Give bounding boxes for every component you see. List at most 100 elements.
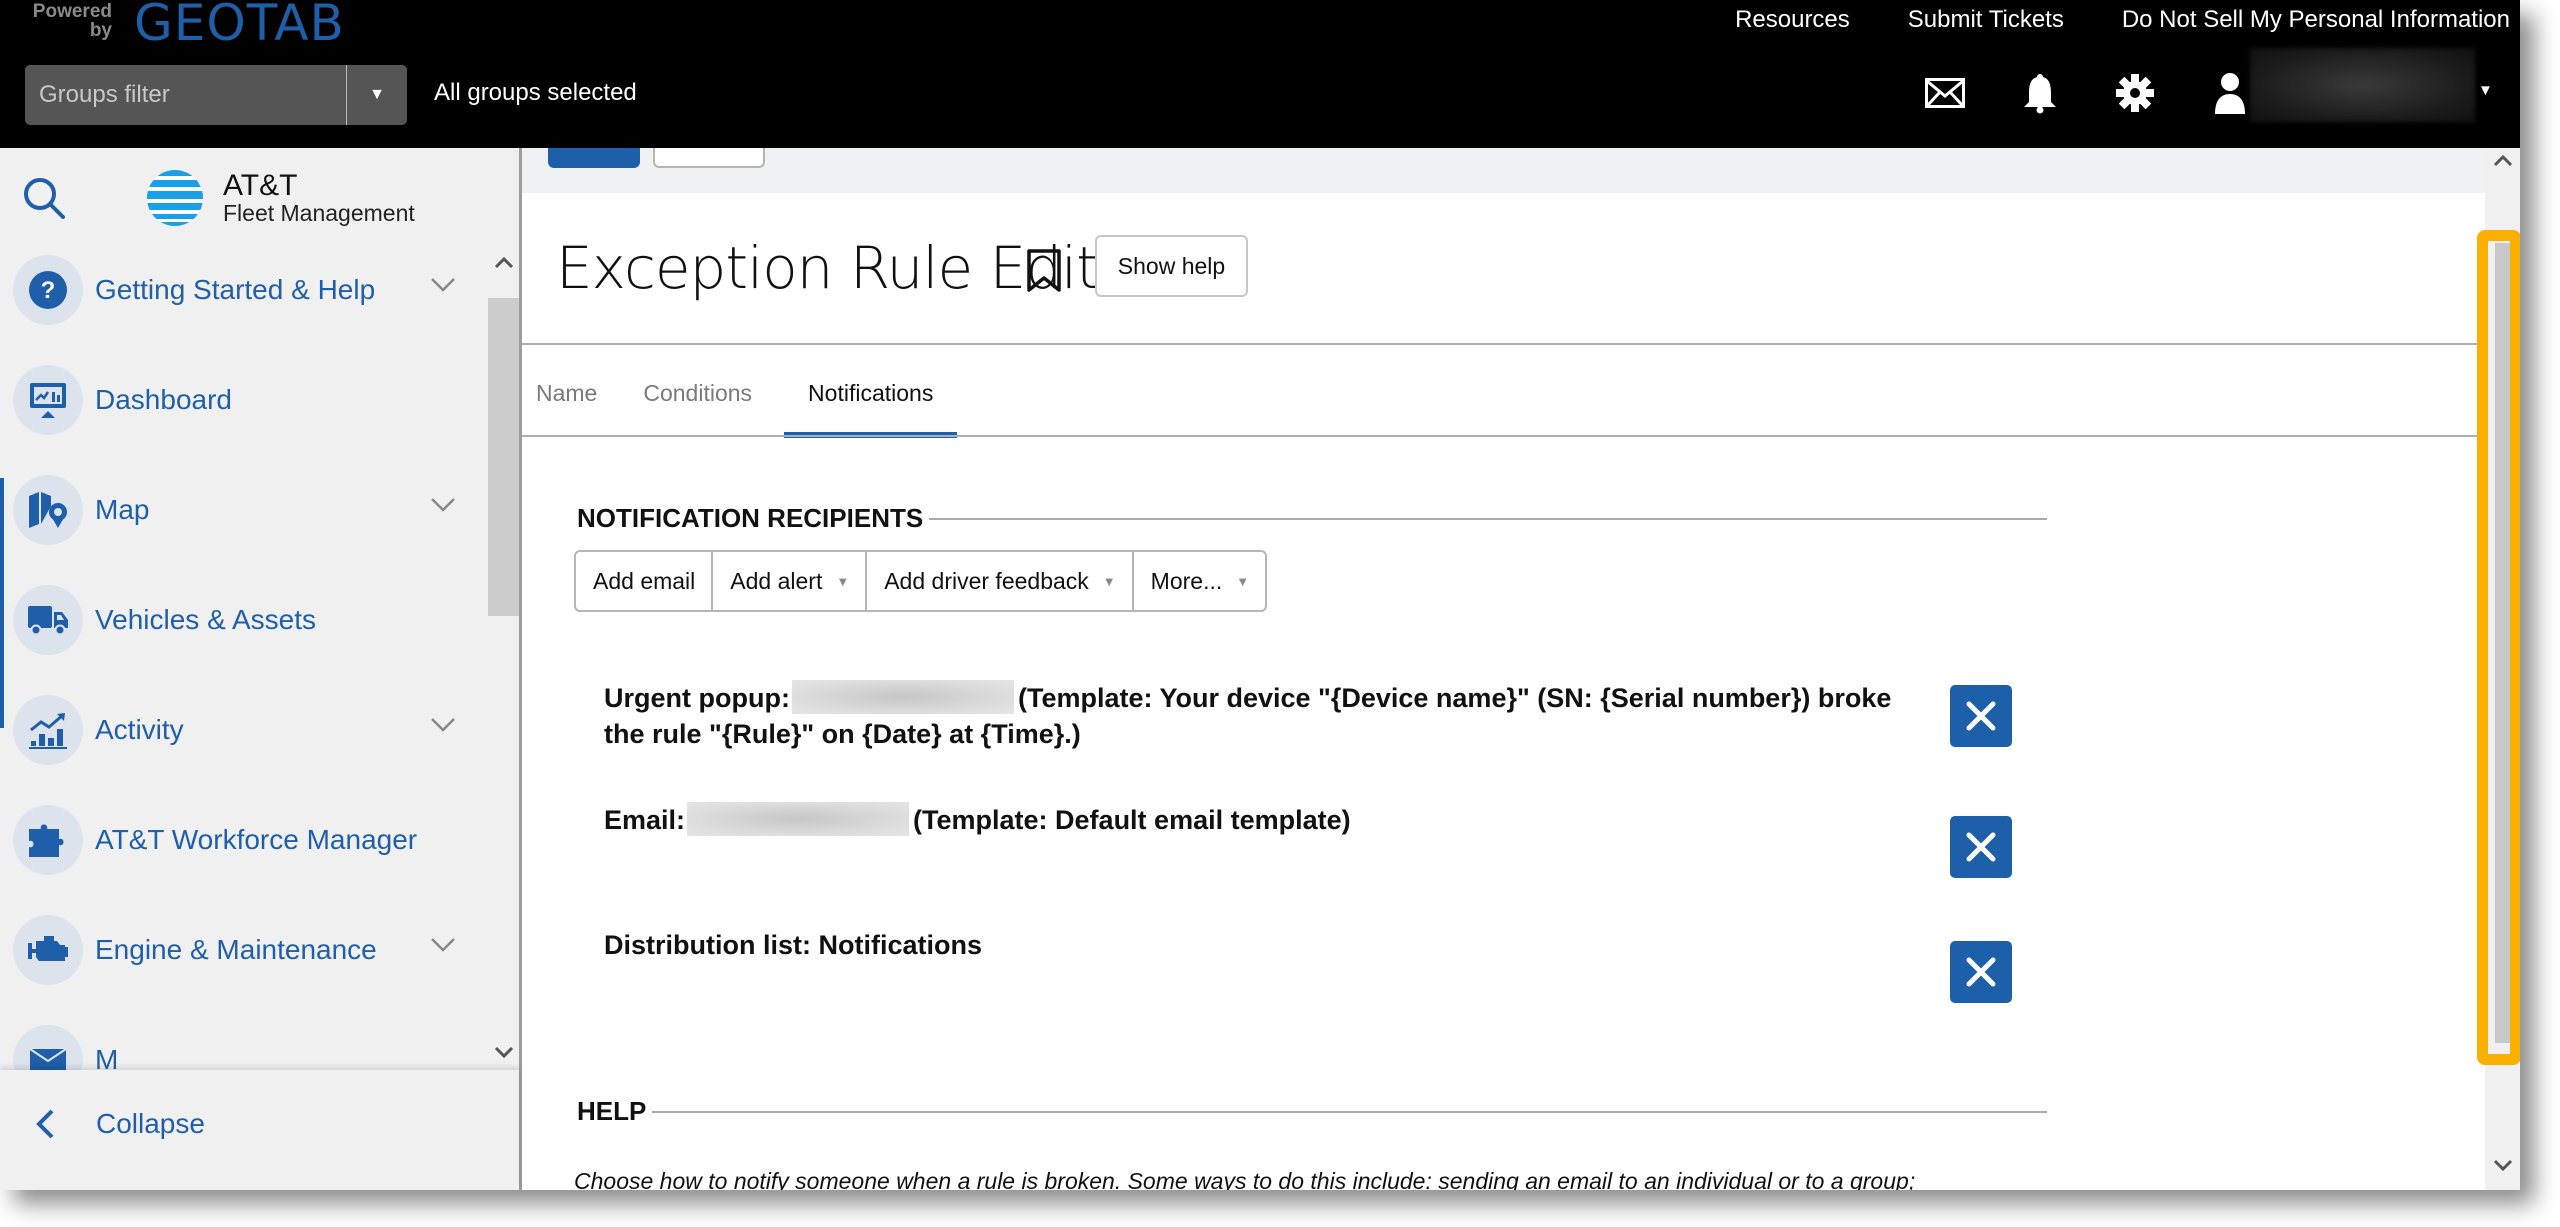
- tab-conditions[interactable]: Conditions: [629, 380, 766, 434]
- sidebar-item-label: Dashboard: [95, 384, 232, 415]
- do-not-sell-link[interactable]: Do Not Sell My Personal Information: [2122, 6, 2510, 34]
- sidebar-item-label: AT&T Workforce Manager: [95, 824, 418, 855]
- dashboard-icon: [30, 383, 66, 418]
- user-button[interactable]: [2205, 68, 2255, 118]
- resources-link[interactable]: Resources: [1735, 6, 1850, 34]
- puzzle-icon: [29, 824, 64, 857]
- close-icon: [1966, 957, 1996, 987]
- logo-brand: AT&T: [223, 169, 298, 202]
- collapse-button[interactable]: Collapse: [34, 1108, 205, 1140]
- add-alert-button[interactable]: Add alert ▼: [713, 552, 868, 610]
- sidebar-item-workforce[interactable]: AT&T Workforce Manager: [0, 795, 480, 885]
- user-menu-caret-icon[interactable]: ▼: [2478, 82, 2493, 99]
- user-icon: [2215, 73, 2245, 114]
- groups-filter-input[interactable]: Groups filter: [25, 65, 347, 125]
- sidebar-footer: Collapse: [0, 1070, 519, 1190]
- remove-recipient-button[interactable]: [1950, 816, 2012, 878]
- secondary-button[interactable]: [653, 148, 765, 168]
- help-heading: HELP: [577, 1096, 647, 1126]
- engine-icon: [28, 936, 68, 961]
- groups-status: All groups selected: [434, 79, 637, 106]
- add-email-button[interactable]: Add email: [576, 552, 714, 610]
- recipient-item-email: Email: (Template: Default email template): [604, 801, 1904, 839]
- scrollbar-highlight-annotation: [2477, 230, 2520, 1065]
- sidebar-item-getting-started[interactable]: ? Getting Started & Help: [0, 248, 480, 335]
- redacted-recipient: [687, 801, 910, 836]
- sidebar-item-vehicles[interactable]: Vehicles & Assets: [0, 575, 480, 665]
- mail-button[interactable]: [1920, 68, 1970, 118]
- close-icon: [1966, 701, 1996, 731]
- remove-recipient-button[interactable]: [1950, 941, 2012, 1003]
- sidebar-search-button[interactable]: [22, 176, 68, 227]
- user-name-redacted[interactable]: [2250, 48, 2475, 122]
- settings-button[interactable]: [2110, 68, 2160, 118]
- recipient-actions: Add email Add alert ▼ Add driver feedback…: [574, 550, 1268, 612]
- caret-down-icon: ▼: [836, 573, 850, 589]
- svg-text:?: ?: [41, 277, 56, 304]
- search-icon: [24, 178, 65, 219]
- bell-icon: [2024, 74, 2056, 114]
- groups-filter-dropdown-button[interactable]: ▼: [347, 65, 407, 125]
- remove-recipient-button[interactable]: [1950, 685, 2012, 747]
- sidebar-item-label: Engine & Maintenance: [95, 934, 377, 965]
- sidebar-item-engine[interactable]: Engine & Maintenance: [0, 905, 480, 995]
- caret-down-icon: ▼: [369, 86, 385, 103]
- powered-by-label: Powered by: [32, 1, 112, 41]
- logo-product: Fleet Management: [223, 200, 415, 226]
- map-icon: [29, 492, 67, 528]
- help-section-heading: HELP: [577, 1096, 2047, 1127]
- top-header: Powered by GEOTAB Resources Submit Ticke…: [0, 0, 2520, 148]
- top-links: Resources Submit Tickets Do Not Sell My …: [1735, 6, 2510, 34]
- divider: [522, 435, 2477, 437]
- divider: [522, 343, 2477, 345]
- sidebar-item-label: Activity: [95, 714, 184, 745]
- groups-filter[interactable]: Groups filter ▼: [25, 65, 407, 125]
- bookmark-icon[interactable]: [1024, 248, 1064, 294]
- scroll-down-icon[interactable]: [494, 1045, 514, 1059]
- page-title: Exception Rule Edit: [556, 234, 1099, 302]
- collapse-label: Collapse: [96, 1108, 205, 1139]
- sidebar-item-label: Vehicles & Assets: [95, 604, 317, 635]
- help-text: Choose how to notify someone when a rule…: [574, 1168, 1916, 1190]
- scroll-up-icon[interactable]: [494, 256, 514, 270]
- sidebar-item-dashboard[interactable]: Dashboard: [0, 355, 480, 445]
- save-button[interactable]: [548, 148, 640, 168]
- sidebar-nav: ? Getting Started & Help Dashboard Map V…: [0, 248, 519, 1078]
- sidebar-item-messages[interactable]: M: [0, 1015, 480, 1078]
- close-icon: [1966, 832, 1996, 862]
- show-help-button[interactable]: Show help: [1095, 235, 1248, 297]
- help-icon: ?: [29, 271, 67, 309]
- activity-icon: [29, 713, 67, 749]
- recipients-section-heading: NOTIFICATION RECIPIENTS: [577, 503, 2047, 534]
- truck-icon: [28, 606, 68, 636]
- chevron-down-icon[interactable]: [430, 937, 456, 953]
- tab-notifications[interactable]: Notifications: [784, 380, 958, 438]
- sidebar-item-map[interactable]: Map: [0, 465, 480, 555]
- recipient-item-distribution-list: Distribution list: Notifications: [604, 930, 982, 960]
- app-window: Powered by GEOTAB Resources Submit Ticke…: [0, 0, 2520, 1190]
- att-globe-icon: [147, 170, 203, 226]
- chevron-down-icon[interactable]: [430, 277, 456, 293]
- chevron-down-icon[interactable]: [430, 497, 456, 513]
- gear-icon: [2116, 74, 2154, 112]
- action-toolbar: [522, 148, 2485, 193]
- tab-name[interactable]: Name: [522, 380, 611, 434]
- sidebar-scrollbar-thumb[interactable]: [488, 298, 519, 616]
- caret-down-icon: ▼: [1236, 573, 1250, 589]
- chevron-left-icon: [36, 1109, 54, 1139]
- more-button[interactable]: More... ▼: [1134, 552, 1265, 610]
- notifications-button[interactable]: [2015, 68, 2065, 118]
- redacted-recipient: [791, 679, 1014, 714]
- scroll-up-icon[interactable]: [2493, 154, 2513, 168]
- add-driver-feedback-button[interactable]: Add driver feedback ▼: [867, 552, 1134, 610]
- sidebar-item-label: Getting Started & Help: [95, 274, 376, 305]
- recipients-heading: NOTIFICATION RECIPIENTS: [577, 503, 924, 533]
- caret-down-icon: ▼: [1102, 573, 1116, 589]
- submit-tickets-link[interactable]: Submit Tickets: [1908, 6, 2064, 34]
- chevron-down-icon[interactable]: [430, 717, 456, 733]
- recipient-item-urgent-popup: Urgent popup: (Template: Your device "{De…: [604, 679, 1904, 752]
- mail-icon: [1925, 78, 1965, 108]
- sidebar-item-activity[interactable]: Activity: [0, 685, 480, 775]
- scroll-down-icon[interactable]: [2493, 1158, 2513, 1172]
- att-logo: AT&T Fleet Management: [145, 168, 415, 228]
